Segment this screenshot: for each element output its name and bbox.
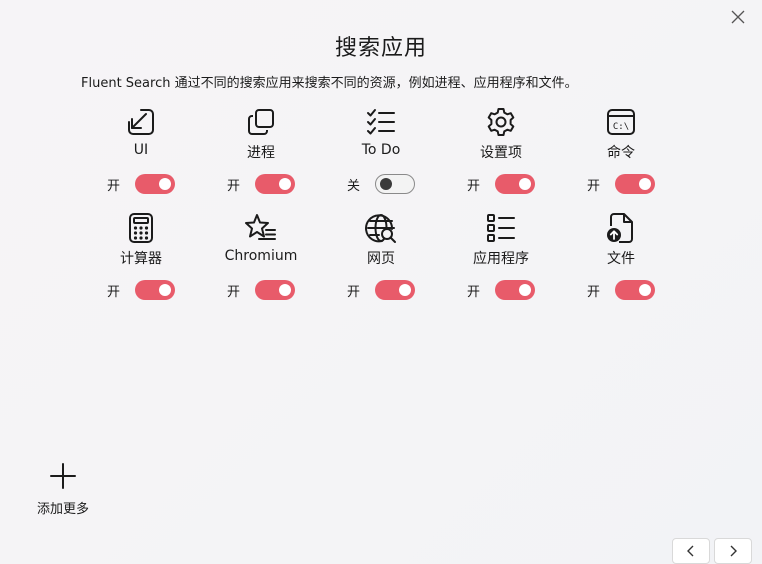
toggle-state-label: 开 bbox=[227, 178, 241, 194]
toggle-knob bbox=[279, 284, 291, 296]
plus-icon bbox=[49, 462, 77, 490]
app-tile-applications: 应用程序 开 bbox=[441, 212, 561, 318]
toggle-row: 开 bbox=[467, 280, 535, 300]
app-list-icon[interactable] bbox=[485, 212, 517, 244]
toggle-switch[interactable] bbox=[135, 280, 175, 300]
pager bbox=[672, 538, 752, 564]
toggle-switch[interactable] bbox=[375, 280, 415, 300]
gear-icon[interactable] bbox=[485, 106, 517, 138]
svg-text:C:\: C:\ bbox=[613, 122, 629, 132]
page-title: 搜索应用 bbox=[334, 36, 427, 61]
star-list-icon[interactable] bbox=[245, 212, 277, 244]
toggle-switch[interactable] bbox=[495, 174, 535, 194]
page-description: Fluent Search 通过不同的搜索应用来搜索不同的资源，例如进程、应用程… bbox=[81, 76, 578, 91]
toggle-state-label: 开 bbox=[587, 178, 601, 194]
toggle-switch[interactable] bbox=[495, 280, 535, 300]
toggle-row: 开 bbox=[107, 174, 175, 194]
chevron-left-icon bbox=[686, 542, 696, 561]
toggle-state-label: 开 bbox=[107, 178, 121, 194]
app-label: Chromium bbox=[224, 248, 298, 264]
app-label: 命令 bbox=[607, 145, 635, 161]
toggle-state-label: 开 bbox=[227, 284, 241, 300]
file-upload-icon[interactable] bbox=[605, 212, 637, 244]
app-tile-ui: UI 开 bbox=[81, 106, 201, 212]
app-tile-calculator: 计算器 开 bbox=[81, 212, 201, 318]
app-label: 计算器 bbox=[120, 251, 162, 267]
app-tile-settings: 设置项 开 bbox=[441, 106, 561, 212]
toggle-row: 开 bbox=[107, 280, 175, 300]
previous-button[interactable] bbox=[672, 538, 710, 564]
toggle-switch[interactable] bbox=[615, 174, 655, 194]
app-label: 文件 bbox=[607, 251, 635, 267]
toggle-row: 开 bbox=[347, 280, 415, 300]
toggle-switch[interactable] bbox=[135, 174, 175, 194]
toggle-knob bbox=[519, 178, 531, 190]
app-label: 网页 bbox=[367, 251, 395, 267]
app-tile-chromium: Chromium 开 bbox=[201, 212, 321, 318]
toggle-switch[interactable] bbox=[615, 280, 655, 300]
toggle-knob bbox=[159, 178, 171, 190]
toggle-switch[interactable] bbox=[375, 174, 415, 194]
toggle-row: 开 bbox=[467, 174, 535, 194]
checklist-icon[interactable] bbox=[365, 106, 397, 138]
windows-stack-icon[interactable] bbox=[245, 106, 277, 138]
toggle-state-label: 开 bbox=[467, 284, 481, 300]
toggle-row: 关 bbox=[347, 174, 415, 194]
toggle-row: 开 bbox=[587, 174, 655, 194]
app-tile-processes: 进程 开 bbox=[201, 106, 321, 212]
toggle-knob bbox=[159, 284, 171, 296]
chevron-right-icon bbox=[728, 542, 738, 561]
toggle-switch[interactable] bbox=[255, 174, 295, 194]
toggle-knob bbox=[279, 178, 291, 190]
app-tile-web: 网页 开 bbox=[321, 212, 441, 318]
app-label: UI bbox=[133, 142, 149, 158]
toggle-row: 开 bbox=[227, 174, 295, 194]
toggle-knob bbox=[639, 284, 651, 296]
toggle-knob bbox=[639, 178, 651, 190]
toggle-knob bbox=[380, 178, 392, 190]
toggle-state-label: 开 bbox=[467, 178, 481, 194]
app-label: 设置项 bbox=[480, 145, 522, 161]
toggle-knob bbox=[399, 284, 411, 296]
app-tile-todo: To Do 关 bbox=[321, 106, 441, 212]
toggle-state-label: 开 bbox=[587, 284, 601, 300]
app-tile-commands: C:\ 命令 开 bbox=[561, 106, 681, 212]
add-more-button[interactable]: 添加更多 bbox=[30, 462, 96, 518]
globe-search-icon[interactable] bbox=[365, 212, 397, 244]
toggle-state-label: 开 bbox=[347, 284, 361, 300]
toggle-row: 开 bbox=[587, 280, 655, 300]
toggle-state-label: 开 bbox=[107, 284, 121, 300]
close-icon bbox=[731, 9, 745, 28]
toggle-state-label: 关 bbox=[347, 178, 361, 194]
app-label: 应用程序 bbox=[473, 251, 529, 267]
app-label: 进程 bbox=[247, 145, 275, 161]
add-more-label: 添加更多 bbox=[36, 502, 89, 517]
toggle-switch[interactable] bbox=[255, 280, 295, 300]
app-tile-files: 文件 开 bbox=[561, 212, 681, 318]
app-label: To Do bbox=[361, 142, 401, 158]
terminal-icon[interactable]: C:\ bbox=[605, 106, 637, 138]
close-button[interactable] bbox=[726, 6, 750, 30]
toggle-row: 开 bbox=[227, 280, 295, 300]
calculator-icon[interactable] bbox=[125, 212, 157, 244]
arrow-down-left-icon[interactable] bbox=[125, 106, 157, 138]
search-app-grid: UI 开 进程 开 To Do 关 设置项 开 C:\ 命令 开 计算器 开 C… bbox=[81, 106, 681, 318]
toggle-knob bbox=[519, 284, 531, 296]
next-button[interactable] bbox=[714, 538, 752, 564]
